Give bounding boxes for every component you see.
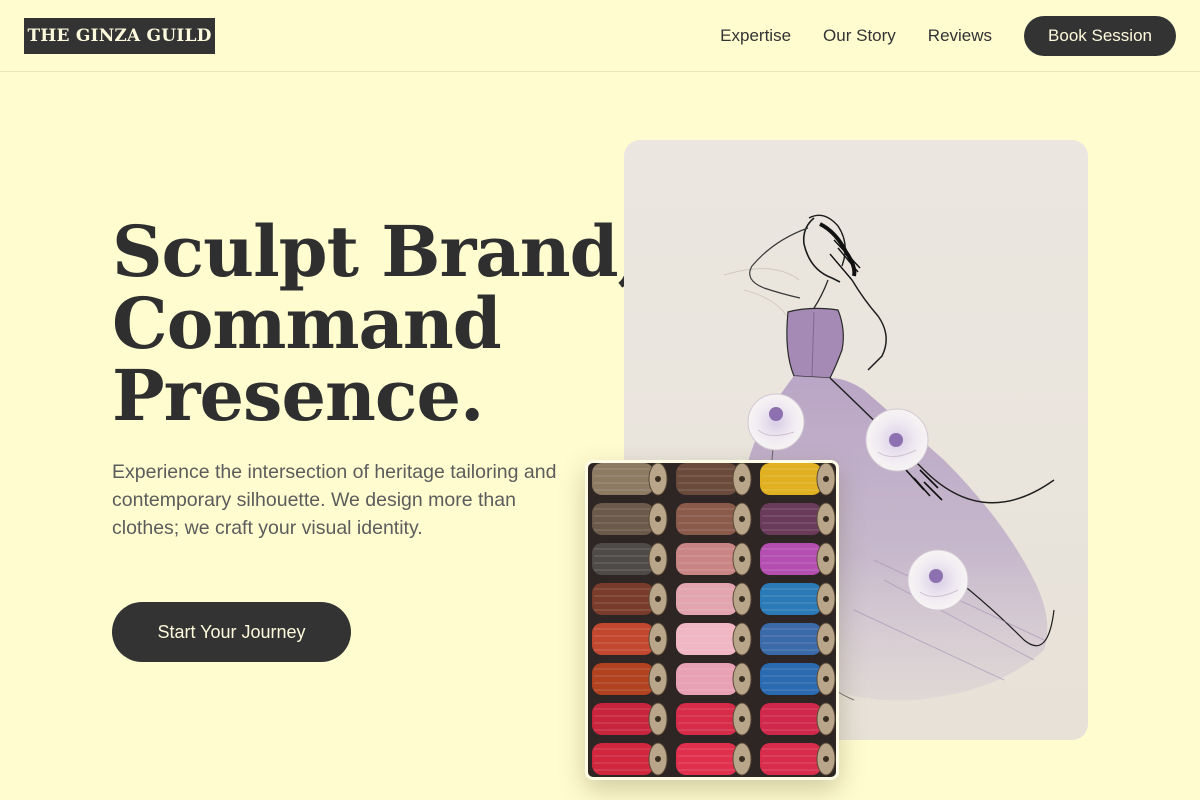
thread-spool xyxy=(760,502,836,536)
thread-spool xyxy=(592,702,668,736)
thread-spool xyxy=(676,742,752,776)
start-journey-button[interactable]: Start Your Journey xyxy=(112,602,351,662)
thread-spool xyxy=(592,502,668,536)
thread-spool xyxy=(760,662,836,696)
headline-line-2: Command xyxy=(112,282,502,365)
thread-spool xyxy=(760,702,836,736)
hero-headline: Sculpt Brand, Command Presence. xyxy=(112,210,642,437)
thread-spool xyxy=(676,582,752,616)
thread-spool xyxy=(592,742,668,776)
headline-line-1: Sculpt Brand, xyxy=(112,210,642,293)
headline-line-3: Presence. xyxy=(112,354,484,437)
thread-spool xyxy=(592,582,668,616)
thread-spool xyxy=(592,542,668,576)
book-session-button[interactable]: Book Session xyxy=(1024,16,1176,56)
nav-link-our-story[interactable]: Our Story xyxy=(823,26,896,46)
thread-spool xyxy=(676,622,752,656)
thread-spool xyxy=(760,742,836,776)
thread-spool xyxy=(676,502,752,536)
thread-spool xyxy=(760,582,836,616)
hero-subcopy: Experience the intersection of heritage … xyxy=(112,461,557,539)
thread-spool xyxy=(760,463,836,496)
thread-spool xyxy=(760,542,836,576)
thread-spool xyxy=(676,702,752,736)
nav-link-expertise[interactable]: Expertise xyxy=(720,26,791,46)
site-header: THE GINZA GUILD Expertise Our Story Revi… xyxy=(0,0,1200,72)
brand-logo[interactable]: THE GINZA GUILD xyxy=(24,18,215,54)
thread-spool xyxy=(592,463,668,496)
main-nav: Expertise Our Story Reviews Book Session xyxy=(720,16,1176,56)
thread-spools-image xyxy=(585,460,839,780)
thread-spool xyxy=(676,662,752,696)
thread-spool xyxy=(676,542,752,576)
thread-spool xyxy=(592,662,668,696)
thread-spool xyxy=(592,622,668,656)
thread-spool xyxy=(760,622,836,656)
nav-link-reviews[interactable]: Reviews xyxy=(928,26,992,46)
thread-spool xyxy=(676,463,752,496)
